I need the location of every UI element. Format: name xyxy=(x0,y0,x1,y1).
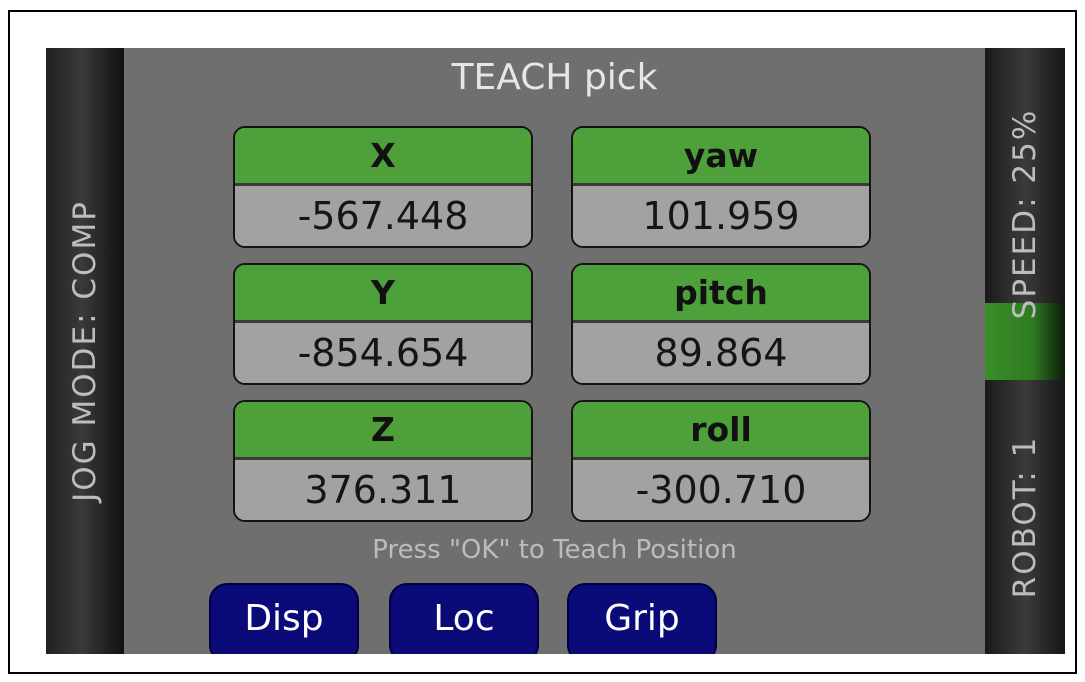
field-y-value: -854.654 xyxy=(235,323,531,383)
right-status-bar: SPEED: 25% ROBOT: 1 xyxy=(985,48,1065,654)
disp-button[interactable]: Disp xyxy=(209,583,359,654)
field-roll-value: -300.710 xyxy=(573,460,869,520)
jog-mode-bar[interactable]: JOG MODE: COMP xyxy=(46,48,124,654)
robot-label: ROBOT: 1 xyxy=(1007,435,1043,599)
speed-indicator[interactable]: SPEED: 25% xyxy=(985,48,1065,380)
field-pitch[interactable]: pitch 89.864 xyxy=(571,263,871,385)
pendant-screen: JOG MODE: COMP TEACH pick X -567.448 yaw… xyxy=(46,48,1065,654)
field-x-value: -567.448 xyxy=(235,186,531,246)
field-pitch-value: 89.864 xyxy=(573,323,869,383)
loc-button[interactable]: Loc xyxy=(389,583,539,654)
field-yaw-value: 101.959 xyxy=(573,186,869,246)
field-roll-label: roll xyxy=(573,402,869,460)
field-x-label: X xyxy=(235,128,531,186)
field-z-value: 376.311 xyxy=(235,460,531,520)
grip-button[interactable]: Grip xyxy=(567,583,717,654)
field-y[interactable]: Y -854.654 xyxy=(233,263,533,385)
teach-hint: Press "OK" to Teach Position xyxy=(372,535,737,565)
jog-mode-label: JOG MODE: COMP xyxy=(67,200,103,502)
field-yaw[interactable]: yaw 101.959 xyxy=(571,126,871,248)
robot-selector[interactable]: ROBOT: 1 xyxy=(985,380,1065,654)
field-z[interactable]: Z 376.311 xyxy=(233,400,533,522)
field-x[interactable]: X -567.448 xyxy=(233,126,533,248)
page-title: TEACH pick xyxy=(451,57,658,98)
field-pitch-label: pitch xyxy=(573,265,869,323)
field-roll[interactable]: roll -300.710 xyxy=(571,400,871,522)
speed-label: SPEED: 25% xyxy=(1007,108,1043,320)
field-yaw-label: yaw xyxy=(573,128,869,186)
field-z-label: Z xyxy=(235,402,531,460)
field-y-label: Y xyxy=(235,265,531,323)
